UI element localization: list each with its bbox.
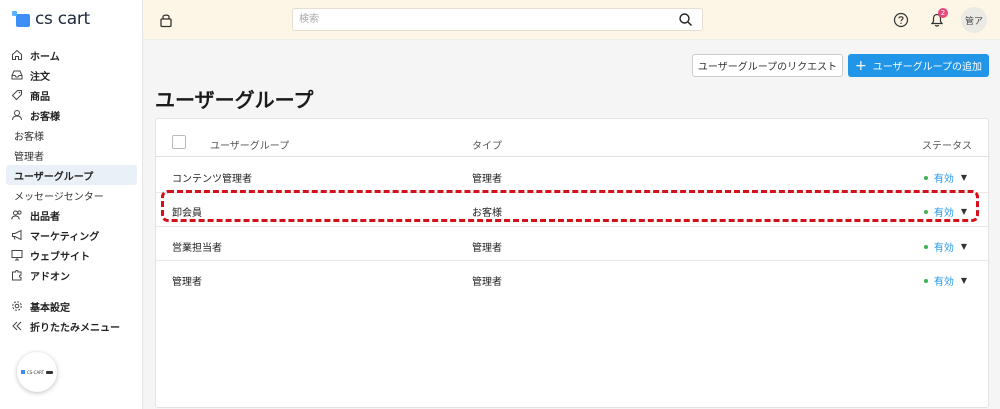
status-label: 有効 (933, 174, 954, 185)
tag-icon (10, 88, 24, 102)
users-icon (10, 208, 24, 222)
store-switcher-button[interactable]: CS-CART (17, 352, 57, 392)
sidebar-item-label: ユーザーグループ (14, 171, 94, 183)
sidebar-subitem-administrators[interactable]: 管理者 (0, 145, 143, 165)
cs-cart-logo[interactable]: cs cart (12, 8, 90, 30)
monitor-icon (10, 248, 24, 262)
logo-mark-icon (12, 11, 32, 27)
sidebar-item-label: お客様 (30, 111, 60, 123)
select-all-checkbox[interactable] (172, 135, 186, 149)
user-icon (10, 108, 24, 122)
status-dot-icon (923, 244, 928, 249)
sidebar-subitem-message-center[interactable]: メッセージセンター (0, 185, 143, 205)
status-dot-icon (923, 175, 928, 180)
usergroups-table: ユーザーグループ タイプ ステータス コンテンツ管理者 管理者 有効 ▼ 卸会員… (155, 118, 990, 408)
table-row[interactable]: コンテンツ管理者 管理者 有効 ▼ (156, 158, 990, 193)
sidebar-item-website[interactable]: ウェブサイト (0, 245, 143, 265)
usergroup-type: 管理者 (472, 277, 502, 288)
sidebar-item-settings[interactable]: 基本設定 (0, 296, 143, 316)
sidebar-item-home[interactable]: ホーム (0, 45, 143, 65)
home-icon (10, 48, 24, 62)
sidebar-item-label: メッセージセンター (14, 191, 104, 203)
sidebar-item-label: ウェブサイト (30, 251, 90, 263)
sidebar-subitem-customers[interactable]: お客様 (0, 125, 143, 145)
add-usergroup-button[interactable]: + ユーザーグループの追加 (848, 54, 989, 77)
column-header-usergroup[interactable]: ユーザーグループ (210, 137, 289, 152)
sidebar-item-customers[interactable]: お客様 (0, 105, 143, 125)
search-input[interactable] (293, 9, 663, 30)
usergroup-name-link[interactable]: 管理者 (172, 273, 202, 288)
status-label: 有効 (933, 243, 954, 254)
inbox-icon (10, 68, 24, 82)
sidebar-nav: ホーム 注文 商品 お客様 お客様 管理者 ユーザーグループ メッセージセンター… (0, 45, 143, 336)
usergroup-type: 管理者 (472, 174, 502, 185)
sidebar-item-label: 商品 (30, 91, 50, 103)
sidebar-item-products[interactable]: 商品 (0, 85, 143, 105)
topbar: 2 管ア (143, 0, 1000, 40)
sidebar-item-label: 出品者 (30, 211, 60, 223)
sidebar-subitem-usergroups[interactable]: ユーザーグループ (6, 165, 137, 185)
table-row[interactable]: 営業担当者 管理者 有効 ▼ (156, 226, 990, 261)
sidebar-item-label: 管理者 (14, 151, 44, 163)
puzzle-icon (10, 268, 24, 282)
page-title: ユーザーグループ (155, 88, 314, 112)
double-chevron-left-icon (10, 319, 24, 333)
status-dropdown[interactable]: 有効 ▼ (923, 170, 967, 185)
add-usergroup-label: ユーザーグループの追加 (872, 62, 982, 73)
mini-logo: CS-CART (20, 370, 54, 375)
lock-icon[interactable] (158, 12, 174, 28)
user-avatar[interactable]: 管ア (961, 7, 987, 33)
sidebar-item-orders[interactable]: 注文 (0, 65, 143, 85)
sidebar-item-vendors[interactable]: 出品者 (0, 205, 143, 225)
usergroup-name-link[interactable]: コンテンツ管理者 (172, 170, 252, 185)
sidebar-item-addons[interactable]: アドオン (0, 265, 143, 285)
usergroup-name-link[interactable]: 営業担当者 (172, 239, 222, 254)
megaphone-icon (10, 228, 24, 242)
caret-down-icon: ▼ (960, 173, 967, 182)
caret-down-icon: ▼ (960, 242, 967, 251)
usergroup-requests-button[interactable]: ユーザーグループのリクエスト (692, 54, 843, 77)
sidebar-item-marketing[interactable]: マーケティング (0, 225, 143, 245)
gear-icon (10, 299, 24, 313)
sidebar-item-label: ホーム (30, 51, 60, 63)
status-dot-icon (923, 278, 928, 283)
search-icon[interactable] (678, 12, 693, 27)
plus-icon: + (855, 57, 867, 74)
sidebar-item-label: アドオン (30, 271, 70, 283)
highlight-annotation (161, 190, 979, 222)
help-icon[interactable] (893, 12, 909, 28)
sidebar-item-label: 折りたたみメニュー (30, 322, 120, 334)
sidebar-item-label: 注文 (30, 71, 50, 83)
sidebar: cs cart ホーム 注文 商品 お客様 お客様 管理者 ユーザーグループ メ… (0, 0, 143, 409)
table-header: ユーザーグループ タイプ ステータス (156, 127, 990, 157)
status-label: 有効 (933, 277, 954, 288)
sidebar-item-label: マーケティング (30, 231, 100, 243)
usergroup-type: 管理者 (472, 243, 502, 254)
column-header-status[interactable]: ステータス (922, 137, 972, 152)
table-row[interactable]: 管理者 管理者 有効 ▼ (156, 261, 990, 296)
sidebar-item-label: 基本設定 (30, 302, 70, 314)
logo-text: cs cart (35, 9, 90, 29)
status-dropdown[interactable]: 有効 ▼ (923, 239, 967, 254)
status-dropdown[interactable]: 有効 ▼ (923, 273, 967, 288)
sidebar-item-label: お客様 (14, 131, 44, 143)
notification-badge: 2 (938, 8, 948, 18)
column-header-type[interactable]: タイプ (472, 137, 502, 152)
search-box (292, 8, 703, 31)
sidebar-item-collapse-menu[interactable]: 折りたたみメニュー (0, 316, 143, 336)
caret-down-icon: ▼ (960, 276, 967, 285)
